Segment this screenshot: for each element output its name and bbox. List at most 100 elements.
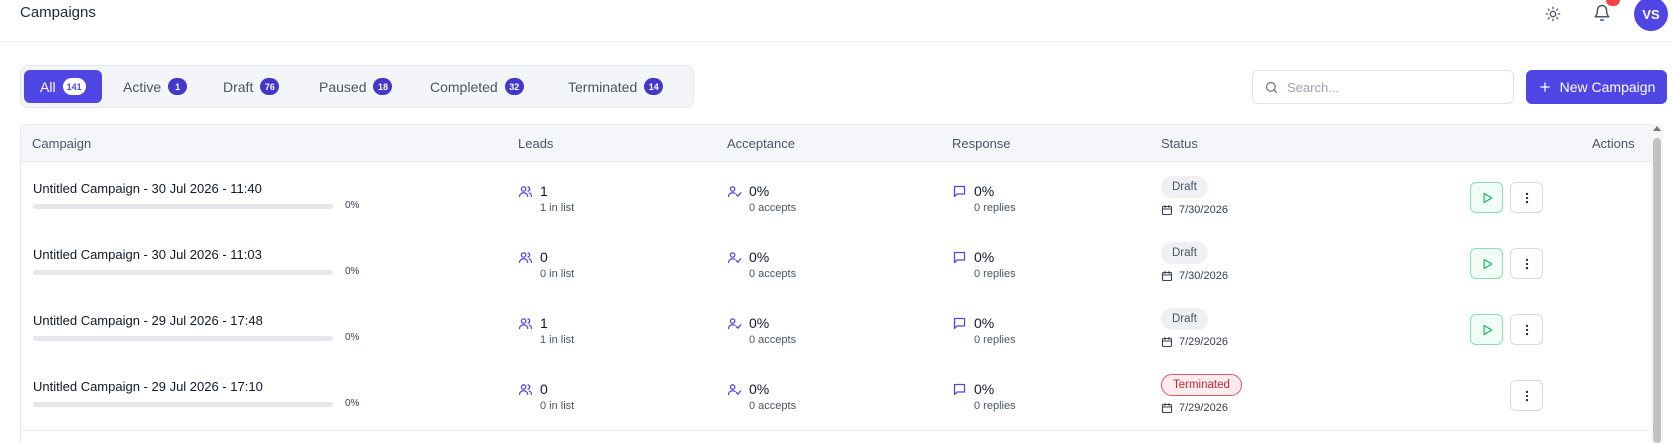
more-vertical-icon xyxy=(1525,324,1528,335)
status-date: 7/29/2026 xyxy=(1161,402,1228,414)
new-campaign-button[interactable]: New Campaign xyxy=(1526,70,1667,104)
acceptance-value: 0% xyxy=(749,249,770,265)
user-check-icon xyxy=(727,384,742,396)
more-actions-button[interactable] xyxy=(1510,182,1543,213)
more-actions-button[interactable] xyxy=(1510,380,1543,411)
progress-percent: 0% xyxy=(345,332,360,343)
tab-count: 1 xyxy=(168,78,188,95)
scrollbar-thumb[interactable] xyxy=(1653,138,1661,443)
message-icon xyxy=(953,185,966,198)
response-value: 0% xyxy=(974,249,995,265)
acceptance-value: 0% xyxy=(749,315,770,331)
response-value: 0% xyxy=(974,315,995,331)
table-row[interactable]: Untitled Campaign - 30 Jul 2026 - 11:03 0… xyxy=(21,229,1653,299)
theme-toggle-button[interactable] xyxy=(1541,2,1565,26)
progress-percent: 0% xyxy=(345,266,360,277)
tab-terminated[interactable]: Terminated 14 xyxy=(568,70,664,103)
calendar-icon xyxy=(1161,402,1173,414)
status-badge: Draft xyxy=(1161,176,1208,198)
acceptance-icon-wrap xyxy=(727,316,742,334)
campaign-name[interactable]: Untitled Campaign - 29 Jul 2026 - 17:10 xyxy=(33,379,263,394)
users-icon xyxy=(518,318,533,330)
message-icon xyxy=(953,317,966,330)
tab-count: 141 xyxy=(62,78,86,95)
tab-draft[interactable]: Draft 76 xyxy=(223,70,280,103)
new-campaign-label: New Campaign xyxy=(1559,79,1656,95)
table-header: Campaign Leads Acceptance Response Statu… xyxy=(21,125,1653,162)
leads-value: 0 xyxy=(540,249,548,265)
user-check-icon xyxy=(727,252,742,264)
progress-bar xyxy=(33,402,333,407)
tab-paused[interactable]: Paused 18 xyxy=(319,70,393,103)
start-campaign-button[interactable] xyxy=(1470,182,1503,213)
bell-icon xyxy=(1594,4,1610,22)
response-icon-wrap xyxy=(952,250,967,268)
scroll-up-arrow[interactable] xyxy=(1653,126,1661,131)
acceptance-icon-wrap xyxy=(727,184,742,202)
tab-count: 32 xyxy=(504,78,524,95)
status-badge: Terminated xyxy=(1161,374,1242,396)
status-badge: Draft xyxy=(1161,242,1208,264)
status-date: 7/30/2026 xyxy=(1161,204,1228,216)
status-date: 7/29/2026 xyxy=(1161,336,1228,348)
tab-label: Paused xyxy=(319,78,367,95)
status-tabs: All 141 Active 1 Draft 76 Paused 18 Comp… xyxy=(20,65,694,108)
tab-count: 18 xyxy=(373,78,393,95)
search-input[interactable] xyxy=(1287,79,1497,95)
acceptance-sub: 0 accepts xyxy=(749,268,797,280)
calendar-icon xyxy=(1161,336,1173,348)
search-icon xyxy=(1265,81,1278,94)
more-vertical-icon xyxy=(1525,390,1528,401)
more-actions-button[interactable] xyxy=(1510,314,1543,345)
response-icon-wrap xyxy=(952,184,967,202)
tab-label: Terminated xyxy=(568,78,638,95)
progress-bar xyxy=(33,270,333,275)
acceptance-icon-wrap xyxy=(727,250,742,268)
acceptance-sub: 0 accepts xyxy=(749,400,797,412)
status-date-text: 7/30/2026 xyxy=(1179,204,1228,216)
message-icon xyxy=(953,251,966,264)
leads-sub: 1 in list xyxy=(540,202,575,214)
campaign-name[interactable]: Untitled Campaign - 30 Jul 2026 - 11:03 xyxy=(33,247,262,262)
leads-sub: 1 in list xyxy=(540,334,575,346)
tab-count: 76 xyxy=(260,78,280,95)
column-header-actions: Actions xyxy=(1592,136,1635,151)
plus-icon xyxy=(1539,82,1550,92)
tab-completed[interactable]: Completed 32 xyxy=(430,70,524,103)
page-title: Campaigns xyxy=(20,4,96,21)
column-header-leads: Leads xyxy=(518,136,554,151)
tab-count: 14 xyxy=(644,78,664,95)
table-row[interactable]: Untitled Campaign - 30 Jul 2026 - 11:40 0… xyxy=(21,163,1653,233)
response-icon-wrap xyxy=(952,382,967,400)
users-icon xyxy=(518,186,533,198)
sun-icon xyxy=(1545,6,1561,22)
tab-label: All xyxy=(40,78,56,95)
leads-icon-wrap xyxy=(518,382,533,400)
start-campaign-button[interactable] xyxy=(1470,248,1503,279)
top-bar xyxy=(0,0,1672,42)
response-sub: 0 replies xyxy=(974,202,1016,214)
tab-label: Completed xyxy=(430,78,498,95)
calendar-icon xyxy=(1161,204,1173,216)
tab-all[interactable]: All 141 xyxy=(24,70,102,103)
play-icon xyxy=(1483,192,1492,203)
progress-percent: 0% xyxy=(345,398,360,409)
message-icon xyxy=(953,383,966,396)
response-sub: 0 replies xyxy=(974,268,1016,280)
more-actions-button[interactable] xyxy=(1510,248,1543,279)
users-icon xyxy=(518,384,533,396)
leads-value: 1 xyxy=(540,183,548,199)
calendar-icon xyxy=(1161,270,1173,282)
response-value: 0% xyxy=(974,381,995,397)
leads-icon-wrap xyxy=(518,250,533,268)
campaign-name[interactable]: Untitled Campaign - 30 Jul 2026 - 11:40 xyxy=(33,181,262,196)
column-header-campaign: Campaign xyxy=(32,136,92,151)
campaign-name[interactable]: Untitled Campaign - 29 Jul 2026 - 17:48 xyxy=(33,313,263,328)
response-value: 0% xyxy=(974,183,995,199)
acceptance-value: 0% xyxy=(749,381,770,397)
response-icon-wrap xyxy=(952,316,967,334)
tab-active[interactable]: Active 1 xyxy=(123,70,188,103)
start-campaign-button[interactable] xyxy=(1470,314,1503,345)
table-row[interactable]: Untitled Campaign - 29 Jul 2026 - 17:48 0… xyxy=(21,295,1653,365)
table-row[interactable]: Untitled Campaign - 29 Jul 2026 - 17:10 0… xyxy=(21,361,1653,431)
